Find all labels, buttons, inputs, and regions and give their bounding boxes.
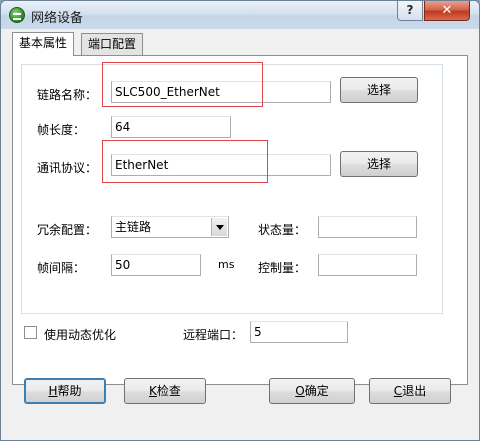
cancel-button[interactable]: C退出 — [369, 378, 451, 404]
check-hotkey: K — [149, 384, 157, 398]
redundancy-select[interactable]: 主链路 — [111, 216, 229, 238]
frame-interval-unit: ms — [218, 258, 235, 271]
ok-hotkey: O — [295, 384, 305, 398]
help-button[interactable]: H帮助 — [24, 378, 106, 404]
ok-button-label: 确定 — [304, 384, 329, 398]
frame-length-label: 帧长度： — [37, 123, 86, 137]
cancel-hotkey: C — [393, 384, 403, 398]
settings-group: 链路名称： SLC500_EtherNet 选择 帧长度： 64 通讯协议： E… — [21, 62, 443, 314]
state-var-field[interactable] — [318, 216, 417, 238]
link-name-label: 链路名称： — [37, 88, 98, 102]
dialog-body: 基本属性 端口配置 链路名称： SLC500_EtherNet 选择 帧长度： … — [8, 29, 472, 435]
redundancy-selected-value: 主链路 — [115, 220, 152, 234]
title-bar[interactable]: 网络设备 ? ✕ — [1, 1, 479, 29]
link-name-field[interactable]: SLC500_EtherNet — [111, 81, 331, 103]
tab-basic-properties[interactable]: 基本属性 — [12, 32, 75, 56]
check-button[interactable]: K检查 — [124, 378, 206, 404]
frame-interval-field[interactable]: 50 — [111, 254, 201, 276]
check-button-label: 检查 — [156, 384, 181, 398]
state-var-label: 状态量： — [258, 223, 307, 237]
protocol-select-button[interactable]: 选择 — [340, 151, 418, 177]
control-var-label: 控制量： — [258, 261, 307, 275]
help-button-label: 帮助 — [57, 384, 82, 398]
ok-button[interactable]: O确定 — [269, 378, 355, 404]
protocol-label: 通讯协议： — [37, 161, 98, 175]
close-button[interactable]: ✕ — [424, 1, 470, 21]
link-select-button[interactable]: 选择 — [340, 77, 418, 103]
remote-port-label: 远程端口： — [183, 328, 244, 342]
dynamic-opt-checkbox[interactable] — [24, 326, 37, 339]
control-var-field[interactable] — [318, 254, 417, 276]
chevron-down-icon[interactable] — [211, 218, 227, 236]
tab-port-config[interactable]: 端口配置 — [81, 33, 144, 55]
network-device-dialog: 网络设备 ? ✕ 基本属性 端口配置 链路名称： SLC500_EtherNet… — [0, 0, 480, 441]
remote-port-field[interactable]: 5 — [250, 321, 348, 343]
redundancy-label: 冗余配置： — [37, 223, 98, 237]
app-icon — [9, 7, 25, 23]
frame-length-field[interactable]: 64 — [111, 116, 231, 138]
help-title-button[interactable]: ? — [397, 1, 423, 21]
tab-panel-basic: 链路名称： SLC500_EtherNet 选择 帧长度： 64 通讯协议： E… — [12, 55, 468, 385]
help-hotkey: H — [48, 384, 58, 398]
window-title: 网络设备 — [31, 11, 84, 26]
frame-interval-label: 帧间隔： — [37, 261, 86, 275]
cancel-button-label: 退出 — [402, 384, 427, 398]
protocol-field[interactable]: EtherNet — [111, 154, 331, 176]
dynamic-opt-label: 使用动态优化 — [44, 328, 117, 342]
